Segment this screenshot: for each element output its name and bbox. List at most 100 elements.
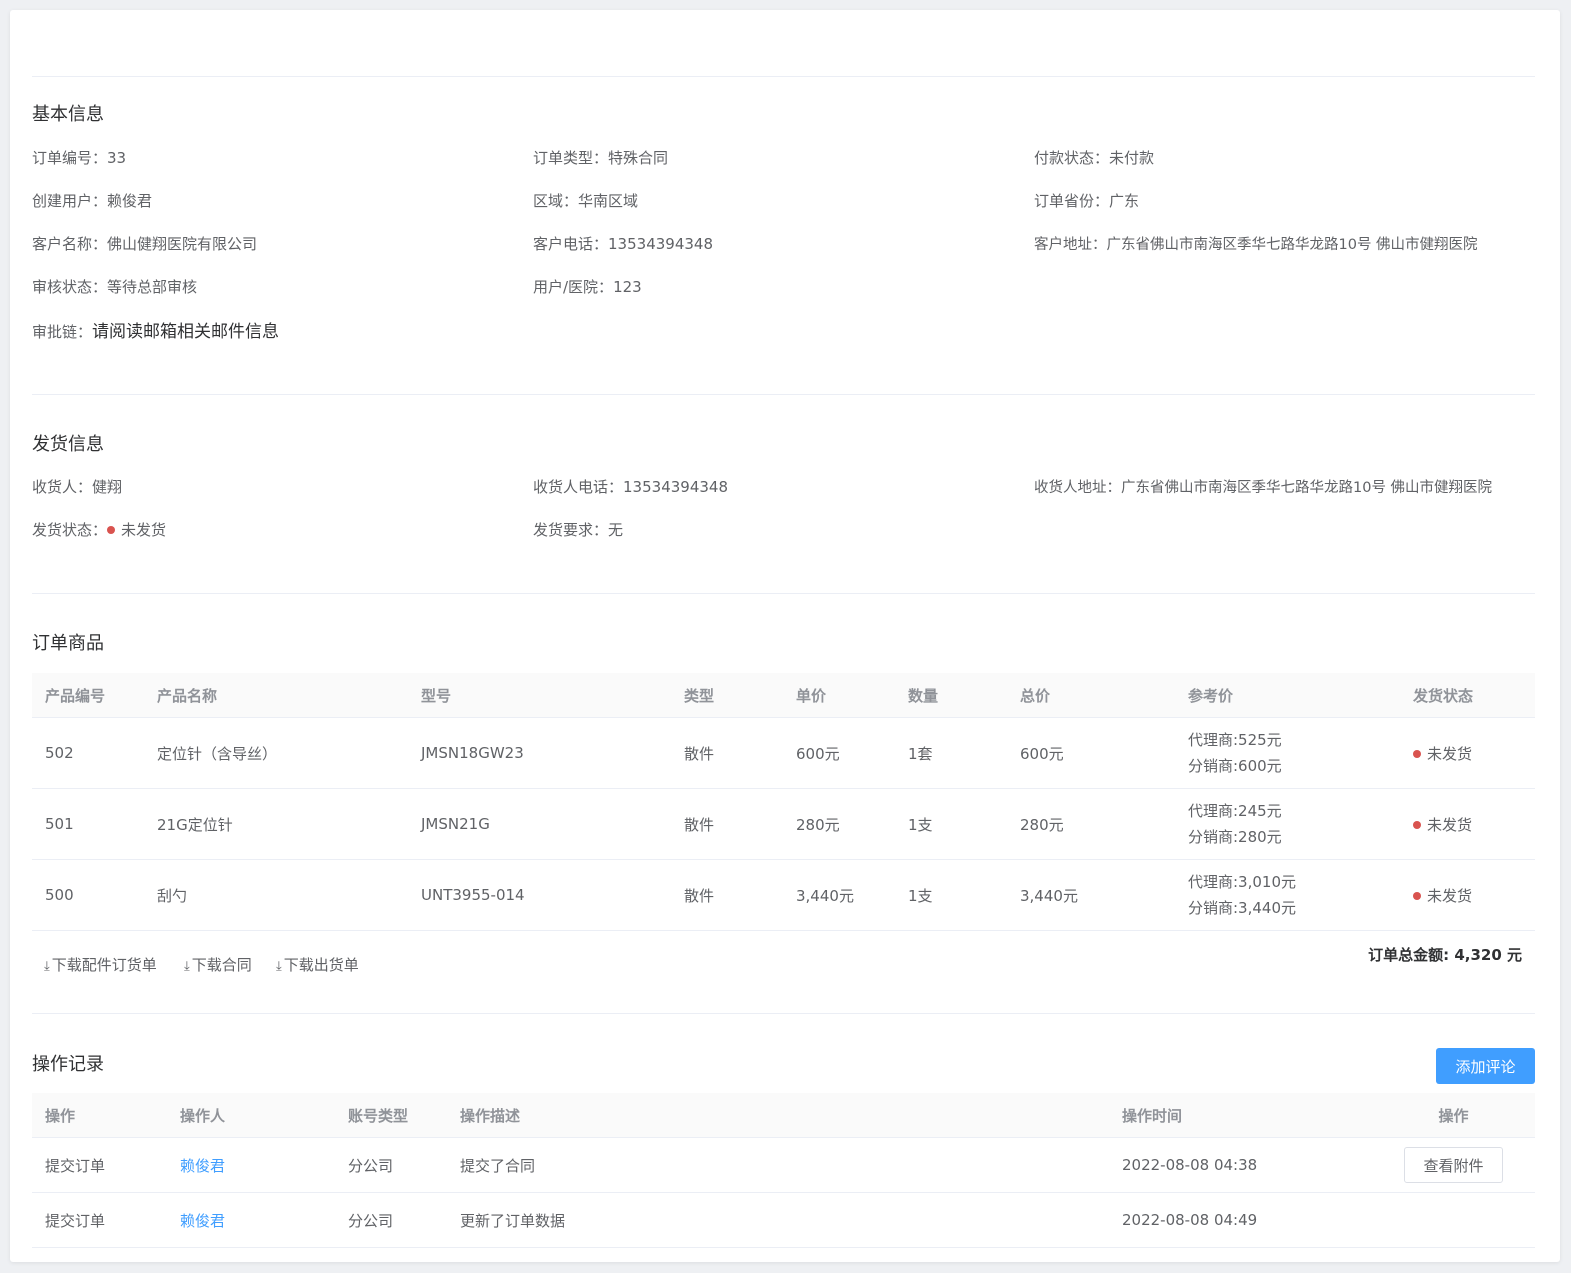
cell-price: 3,440元 xyxy=(783,859,895,931)
col-time: 操作时间 xyxy=(1109,1093,1372,1138)
cell-id: 500 xyxy=(32,859,144,931)
cell-model: UNT3955-014 xyxy=(408,859,671,931)
col-unit-price: 单价 xyxy=(783,673,895,718)
order-no-field: 订单编号：33 xyxy=(32,149,127,167)
cell-type: 散件 xyxy=(671,717,783,789)
ops-header-row: 操作 操作人 账号类型 操作描述 操作时间 操作 xyxy=(32,1093,1535,1138)
goods-title: 订单商品 xyxy=(32,633,104,654)
table-row: 501 21G定位针 JMSN21G 散件 280元 1支 280元 代理商:2… xyxy=(32,788,1535,860)
add-comment-button[interactable]: 添加评论 xyxy=(1436,1048,1535,1084)
view-attachment-button[interactable]: 查看附件 xyxy=(1404,1147,1503,1183)
ops-table: 操作 操作人 账号类型 操作描述 操作时间 操作 提交订单 赖俊君 分公司 提交… xyxy=(32,1093,1535,1248)
cell-description: 提交了合同 xyxy=(447,1137,1109,1193)
divider xyxy=(32,1013,1535,1014)
receiver-phone-field: 收货人电话：13534394348 xyxy=(533,478,728,496)
pay-status-field: 付款状态：未付款 xyxy=(1034,149,1155,167)
cell-account-type: 分公司 xyxy=(335,1137,447,1193)
ref-agent: 代理商:525元 xyxy=(1188,731,1282,749)
table-row: 提交订单 赖俊君 分公司 提交了合同 2022-08-08 04:38 查看附件 xyxy=(32,1137,1535,1193)
audit-status-field: 审核状态：等待总部审核 xyxy=(32,278,198,296)
download-icon: ⤓ xyxy=(44,959,50,974)
cell-action: 查看附件 xyxy=(1372,1137,1535,1193)
download-label: 下载出货单 xyxy=(283,956,359,974)
divider xyxy=(32,76,1535,77)
cell-ref-price: 代理商:525元 分销商:600元 xyxy=(1175,717,1400,789)
cell-qty: 1套 xyxy=(895,717,1007,789)
col-account-type: 账号类型 xyxy=(335,1093,447,1138)
cell-op: 提交订单 xyxy=(32,1137,167,1193)
customer-address-field: 客户地址：广东省佛山市南海区季华七路华龙路10号 佛山市健翔医院 xyxy=(1034,237,1478,253)
cell-price: 280元 xyxy=(783,788,895,860)
cell-account-type: 分公司 xyxy=(335,1192,447,1248)
cell-ref-price: 代理商:245元 分销商:280元 xyxy=(1175,788,1400,860)
region-field: 区域：华南区域 xyxy=(533,192,639,210)
divider xyxy=(32,593,1535,594)
col-operator: 操作人 xyxy=(167,1093,335,1138)
status-text: 未发货 xyxy=(1427,744,1473,763)
receiver-address-field: 收货人地址：广东省佛山市南海区季华七路华龙路10号 佛山市健翔医院 xyxy=(1034,480,1493,496)
download-shipping-link[interactable]: ⤓ 下载出货单 xyxy=(276,954,359,975)
download-contract-link[interactable]: ⤓ 下载合同 xyxy=(184,954,252,975)
cell-op: 提交订单 xyxy=(32,1192,167,1248)
cell-total: 280元 xyxy=(1007,788,1175,860)
order-total: 订单总金额: 4,320 元 xyxy=(1368,946,1522,964)
cell-description: 更新了订单数据 xyxy=(447,1192,1109,1248)
cell-type: 散件 xyxy=(671,859,783,931)
cell-type: 散件 xyxy=(671,788,783,860)
status-dot-icon xyxy=(1413,891,1421,900)
ship-requirement-field: 发货要求：无 xyxy=(533,521,624,539)
creator-field: 创建用户：赖俊君 xyxy=(32,192,153,210)
col-product-id: 产品编号 xyxy=(32,673,144,718)
col-ref-price: 参考价 xyxy=(1175,673,1400,718)
table-row: 500 刮勺 UNT3955-014 散件 3,440元 1支 3,440元 代… xyxy=(32,859,1535,931)
goods-table: 产品编号 产品名称 型号 类型 单价 数量 总价 参考价 发货状态 502 定位… xyxy=(32,673,1535,931)
table-row: 502 定位针（含导丝） JMSN18GW23 散件 600元 1套 600元 … xyxy=(32,717,1535,789)
col-ship-status: 发货状态 xyxy=(1400,673,1535,718)
ops-title: 操作记录 xyxy=(32,1054,104,1075)
col-op: 操作 xyxy=(32,1093,167,1138)
cell-model: JMSN18GW23 xyxy=(408,717,671,789)
cell-id: 502 xyxy=(32,717,144,789)
col-type: 类型 xyxy=(671,673,783,718)
col-total: 总价 xyxy=(1007,673,1175,718)
cell-name: 21G定位针 xyxy=(144,788,408,860)
cell-total: 3,440元 xyxy=(1007,859,1175,931)
cell-name: 刮勺 xyxy=(144,859,408,931)
status-dot-icon xyxy=(1413,820,1421,829)
status-dot-icon xyxy=(107,526,116,534)
cell-name: 定位针（含导丝） xyxy=(144,717,408,789)
download-icon: ⤓ xyxy=(184,959,190,974)
status-text: 未发货 xyxy=(1427,815,1473,834)
cell-status: 未发货 xyxy=(1400,859,1535,931)
cell-qty: 1支 xyxy=(895,859,1007,931)
operator-link[interactable]: 赖俊君 xyxy=(167,1137,335,1193)
ref-distributor: 分销商:600元 xyxy=(1188,757,1282,775)
cell-time: 2022-08-08 04:38 xyxy=(1109,1137,1372,1193)
approval-chain-field: 审批链：请阅读邮箱相关邮件信息 xyxy=(32,322,280,342)
operator-link[interactable]: 赖俊君 xyxy=(167,1192,335,1248)
cell-time: 2022-08-08 04:49 xyxy=(1109,1192,1372,1248)
customer-field: 客户名称：佛山健翔医院有限公司 xyxy=(32,235,258,253)
download-parts-order-link[interactable]: ⤓ 下载配件订货单 xyxy=(44,954,157,975)
ref-distributor: 分销商:280元 xyxy=(1188,828,1282,846)
goods-header-row: 产品编号 产品名称 型号 类型 单价 数量 总价 参考价 发货状态 xyxy=(32,673,1535,718)
cell-price: 600元 xyxy=(783,717,895,789)
download-icon: ⤓ xyxy=(276,959,282,974)
col-action: 操作 xyxy=(1372,1093,1535,1138)
download-label: 下载合同 xyxy=(191,956,252,974)
status-text: 未发货 xyxy=(1427,886,1473,905)
col-description: 操作描述 xyxy=(447,1093,1109,1138)
user-hospital-field: 用户/医院：123 xyxy=(533,278,642,296)
customer-phone-field: 客户电话：13534394348 xyxy=(533,235,713,253)
table-row: 提交订单 赖俊君 分公司 更新了订单数据 2022-08-08 04:49 xyxy=(32,1192,1535,1248)
receiver-field: 收货人：健翔 xyxy=(32,478,123,496)
col-qty: 数量 xyxy=(895,673,1007,718)
cell-action xyxy=(1372,1192,1535,1248)
province-field: 订单省份：广东 xyxy=(1034,192,1140,210)
order-type-field: 订单类型：特殊合同 xyxy=(533,149,669,167)
status-dot-icon xyxy=(1413,749,1421,758)
divider xyxy=(32,394,1535,395)
basic-info-title: 基本信息 xyxy=(32,104,104,125)
ref-agent: 代理商:245元 xyxy=(1188,802,1282,820)
download-label: 下载配件订货单 xyxy=(51,956,157,974)
